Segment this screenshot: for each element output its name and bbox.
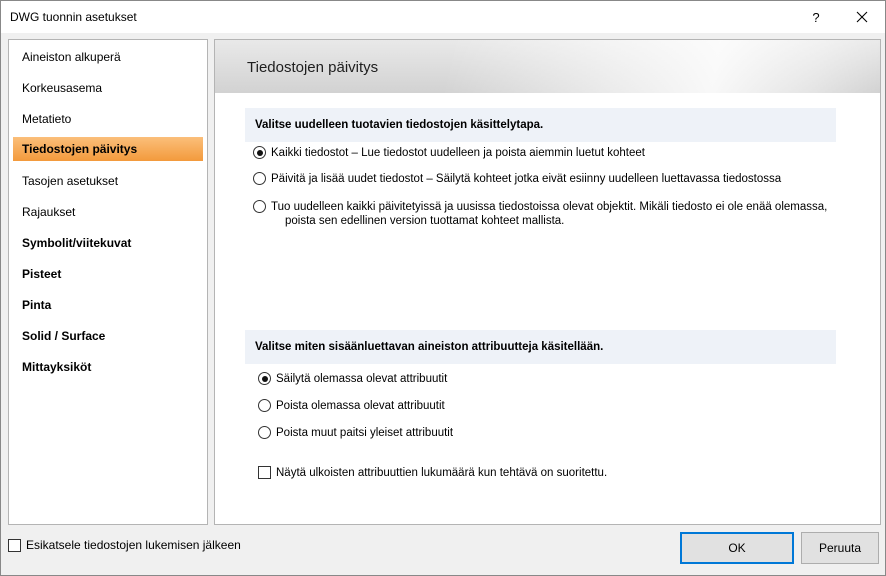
radio-button[interactable] [258, 426, 271, 439]
radio-button[interactable] [258, 372, 271, 385]
checkbox[interactable] [8, 538, 21, 552]
nav-item-pinta[interactable]: Pinta [13, 293, 203, 317]
radio-option-remove-except-common[interactable]: Poista muut paitsi yleiset attribuutit [258, 426, 453, 440]
panel-banner: Tiedostojen päivitys [215, 40, 880, 93]
nav-item-metatieto[interactable]: Metatieto [13, 107, 203, 131]
radio-option-remove-attributes[interactable]: Poista olemassa olevat attribuutit [258, 399, 445, 413]
settings-nav: Aineiston alkuperä Korkeusasema Metatiet… [8, 39, 208, 525]
checkbox[interactable] [258, 466, 271, 479]
nav-item-symbolit[interactable]: Symbolit/viitekuvat [13, 231, 203, 255]
ok-button[interactable]: OK [680, 532, 794, 564]
radio-button[interactable] [258, 399, 271, 412]
radio-label: Tuo uudelleen kaikki päivitetyissä ja uu… [271, 200, 827, 228]
radio-button[interactable] [253, 200, 266, 213]
close-icon [856, 11, 868, 23]
section-header-attributes: Valitse miten sisäänluettavan aineiston … [245, 330, 836, 364]
radio-label: Säilytä olemassa olevat attribuutit [276, 373, 448, 385]
nav-item-tiedostojen-paivitys[interactable]: Tiedostojen päivitys [13, 137, 203, 161]
radio-label: Päivitä ja lisää uudet tiedostot – Säily… [271, 173, 782, 185]
dialog-window: DWG tuonnin asetukset ? Aineiston alkupe… [0, 0, 886, 576]
nav-item-solid-surface[interactable]: Solid / Surface [13, 324, 203, 348]
section-header-file-handling: Valitse uudelleen tuotavien tiedostojen … [245, 108, 836, 142]
radio-option-all-files[interactable]: Kaikki tiedostot – Lue tiedostot uudelle… [253, 146, 645, 160]
nav-item-rajaukset[interactable]: Rajaukset [13, 200, 203, 224]
radio-label: Poista olemassa olevat attribuutit [276, 400, 445, 412]
radio-label-line1: Tuo uudelleen kaikki päivitetyissä ja uu… [271, 201, 828, 213]
nav-item-tasojen-asetukset[interactable]: Tasojen asetukset [13, 169, 203, 193]
cancel-button[interactable]: Peruuta [801, 532, 879, 564]
nav-item-mittayksikot[interactable]: Mittayksiköt [13, 355, 203, 379]
radio-button[interactable] [253, 172, 266, 185]
radio-option-reimport-all[interactable]: Tuo uudelleen kaikki päivitetyissä ja uu… [253, 200, 827, 228]
radio-button[interactable] [253, 146, 266, 159]
radio-option-keep-attributes[interactable]: Säilytä olemassa olevat attribuutit [258, 372, 447, 386]
close-button[interactable] [839, 1, 885, 33]
window-title: DWG tuonnin asetukset [10, 10, 137, 24]
nav-item-aineiston-alkupera[interactable]: Aineiston alkuperä [13, 45, 203, 69]
preview-after-read-checkbox[interactable]: Esikatsele tiedostojen lukemisen jälkeen [8, 538, 241, 552]
page-title: Tiedostojen päivitys [247, 59, 379, 76]
radio-label: Kaikki tiedostot – Lue tiedostot uudelle… [271, 147, 645, 159]
nav-item-korkeusasema[interactable]: Korkeusasema [13, 76, 203, 100]
nav-item-pisteet[interactable]: Pisteet [13, 262, 203, 286]
checkbox-label: Näytä ulkoisten attribuuttien lukumäärä … [276, 467, 608, 479]
help-icon: ? [812, 9, 820, 25]
checkbox-label: Esikatsele tiedostojen lukemisen jälkeen [26, 538, 241, 552]
settings-panel: Tiedostojen päivitys Valitse uudelleen t… [214, 39, 881, 525]
radio-option-update-add[interactable]: Päivitä ja lisää uudet tiedostot – Säily… [253, 172, 781, 186]
show-attribute-count-checkbox[interactable]: Näytä ulkoisten attribuuttien lukumäärä … [258, 466, 607, 480]
radio-label: Poista muut paitsi yleiset attribuutit [276, 427, 454, 439]
radio-label-line2: poista sen edellinen version tuottamat k… [285, 215, 565, 227]
title-bar: DWG tuonnin asetukset ? [1, 1, 885, 33]
help-button[interactable]: ? [793, 1, 839, 33]
